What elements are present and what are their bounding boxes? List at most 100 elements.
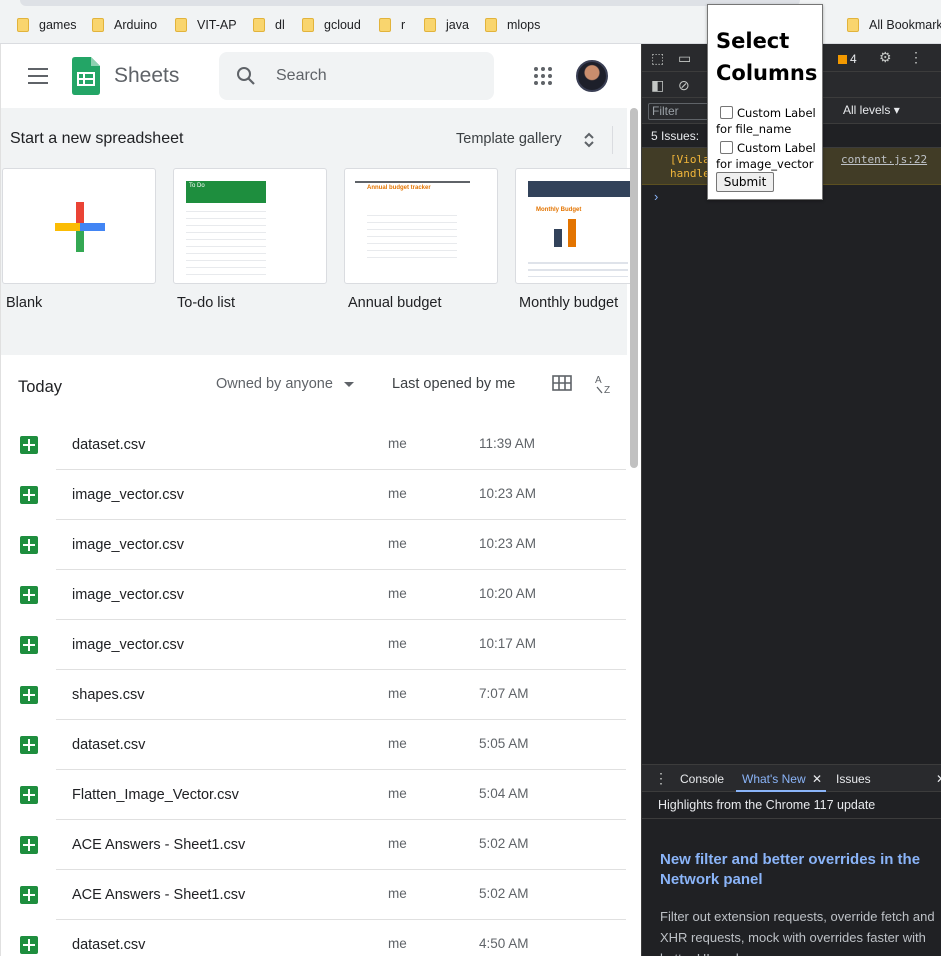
template-thumb-rows	[186, 205, 266, 275]
file-name[interactable]: dataset.csv	[72, 437, 145, 453]
sort-az-icon[interactable]: A Z	[594, 373, 616, 395]
file-owner: me	[388, 736, 407, 751]
bookmark-java[interactable]: java	[424, 17, 469, 33]
bookmark-vit-ap[interactable]: VIT-AP	[175, 17, 237, 33]
tab-console[interactable]: Console	[680, 772, 724, 786]
issues-count-text: 5 Issues:	[651, 129, 700, 143]
option-file-name[interactable]: Custom Label for file_name	[716, 105, 824, 137]
clear-console-icon[interactable]: ⊘	[678, 77, 690, 93]
page-scrollbar[interactable]	[630, 108, 638, 468]
file-owner: me	[388, 486, 407, 501]
template-monthly-budget[interactable]: Monthly Budget	[515, 168, 635, 284]
file-name[interactable]: image_vector.csv	[72, 487, 184, 503]
select-columns-popup: Select Columns Custom Label for file_nam…	[707, 4, 823, 200]
divider	[642, 818, 941, 819]
bookmark-arduino[interactable]: Arduino	[92, 17, 157, 33]
file-last-opened: 10:17 AM	[479, 636, 537, 651]
file-name[interactable]: Flatten_Image_Vector.csv	[72, 787, 239, 803]
template-todo-list[interactable]: To Do	[173, 168, 327, 284]
log-levels-dropdown[interactable]: All levels ▾	[843, 103, 900, 117]
file-row[interactable]: dataset.csv me 5:05 AM	[1, 720, 627, 770]
sidebar-toggle-icon[interactable]: ◧	[651, 77, 664, 93]
close-drawer-icon[interactable]: ✕	[936, 772, 941, 786]
sheets-logo-icon[interactable]	[72, 57, 100, 95]
template-annual-budget[interactable]: Annual budget tracker	[344, 168, 498, 284]
file-name[interactable]: image_vector.csv	[72, 537, 184, 553]
divider	[612, 126, 613, 154]
file-row[interactable]: image_vector.csv me 10:23 AM	[1, 520, 627, 570]
file-row[interactable]: dataset.csv me 4:50 AM	[1, 920, 627, 956]
console-prompt[interactable]: ›	[654, 189, 658, 204]
folder-icon	[847, 18, 859, 32]
file-row[interactable]: image_vector.csv me 10:20 AM	[1, 570, 627, 620]
file-name[interactable]: ACE Answers - Sheet1.csv	[72, 887, 245, 903]
grid-view-icon[interactable]	[552, 375, 572, 391]
template-thumb-title: Monthly Budget	[536, 207, 582, 213]
image-vector-checkbox[interactable]	[720, 141, 733, 154]
expand-collapse-icon[interactable]	[582, 131, 596, 149]
file-row[interactable]: image_vector.csv me 10:23 AM	[1, 470, 627, 520]
file-last-opened: 5:02 AM	[479, 836, 529, 851]
option-image-vector[interactable]: Custom Label for image_vector	[716, 140, 824, 172]
file-row[interactable]: Flatten_Image_Vector.csv me 5:04 AM	[1, 770, 627, 820]
all-bookmarks[interactable]: All Bookmarks	[847, 17, 941, 33]
device-toolbar-icon[interactable]: ▭	[678, 50, 691, 66]
sheets-file-icon	[20, 886, 38, 904]
file-name[interactable]: shapes.csv	[72, 687, 145, 703]
folder-icon	[92, 18, 104, 32]
file-last-opened: 7:07 AM	[479, 686, 529, 701]
template-thumb-rows	[367, 209, 457, 259]
file-row[interactable]: shapes.csv me 7:07 AM	[1, 670, 627, 720]
bookmark-r[interactable]: r	[379, 17, 405, 33]
drawer-menu-icon[interactable]: ⋮	[654, 770, 668, 786]
folder-icon	[379, 18, 391, 32]
file-owner: me	[388, 686, 407, 701]
search-icon[interactable]	[235, 65, 257, 87]
template-blank[interactable]	[2, 168, 156, 284]
file-name-checkbox[interactable]	[720, 106, 733, 119]
file-name[interactable]: ACE Answers - Sheet1.csv	[72, 837, 245, 853]
sheets-file-icon	[20, 536, 38, 554]
sheets-file-icon	[20, 686, 38, 704]
sort-by-last-opened[interactable]: Last opened by me	[392, 376, 515, 392]
template-section-title: Start a new spreadsheet	[10, 130, 184, 147]
bookmark-games[interactable]: games	[17, 17, 77, 33]
folder-icon	[424, 18, 436, 32]
inspect-element-icon[interactable]: ⬚	[651, 50, 664, 66]
file-name[interactable]: image_vector.csv	[72, 587, 184, 603]
tab-issues[interactable]: Issues	[836, 772, 871, 786]
file-row[interactable]: dataset.csv me 11:39 AM	[1, 420, 627, 470]
template-label: Monthly budget	[519, 295, 619, 311]
file-owner: me	[388, 836, 407, 851]
main-menu-icon[interactable]	[28, 68, 48, 84]
file-name[interactable]: image_vector.csv	[72, 637, 184, 653]
dropdown-arrow-icon[interactable]	[344, 382, 354, 387]
template-gallery-button[interactable]: Template gallery	[456, 131, 562, 147]
file-owner: me	[388, 786, 407, 801]
close-tab-icon[interactable]: ✕	[812, 772, 822, 786]
source-link[interactable]: content.js:22	[841, 153, 927, 166]
bookmark-dl[interactable]: dl	[253, 17, 285, 33]
more-options-icon[interactable]: ⋮	[909, 49, 923, 65]
owner-filter-dropdown[interactable]: Owned by anyone	[216, 376, 333, 392]
settings-gear-icon[interactable]: ⚙	[879, 49, 892, 65]
bookmark-mlops[interactable]: mlops	[485, 17, 540, 33]
file-last-opened: 10:23 AM	[479, 536, 537, 551]
template-label: Annual budget	[348, 295, 442, 311]
sheets-file-icon	[20, 586, 38, 604]
issues-count-badge[interactable]: 4	[838, 51, 857, 67]
bookmark-gcloud[interactable]: gcloud	[302, 17, 361, 33]
account-avatar[interactable]	[576, 60, 608, 92]
drawer-tab-bar: ⋮ Console What's New ✕ Issues ✕	[642, 764, 941, 792]
whats-new-headline[interactable]: New filter and better overrides in the N…	[660, 850, 941, 890]
file-name[interactable]: dataset.csv	[72, 937, 145, 953]
tab-whats-new[interactable]: What's New	[742, 772, 806, 786]
search-box[interactable]: Search	[219, 52, 494, 100]
file-name[interactable]: dataset.csv	[72, 737, 145, 753]
file-row[interactable]: ACE Answers - Sheet1.csv me 5:02 AM	[1, 870, 627, 920]
folder-icon	[17, 18, 29, 32]
google-apps-icon[interactable]	[534, 67, 552, 85]
file-row[interactable]: image_vector.csv me 10:17 AM	[1, 620, 627, 670]
submit-button[interactable]: Submit	[716, 172, 774, 192]
file-row[interactable]: ACE Answers - Sheet1.csv me 5:02 AM	[1, 820, 627, 870]
